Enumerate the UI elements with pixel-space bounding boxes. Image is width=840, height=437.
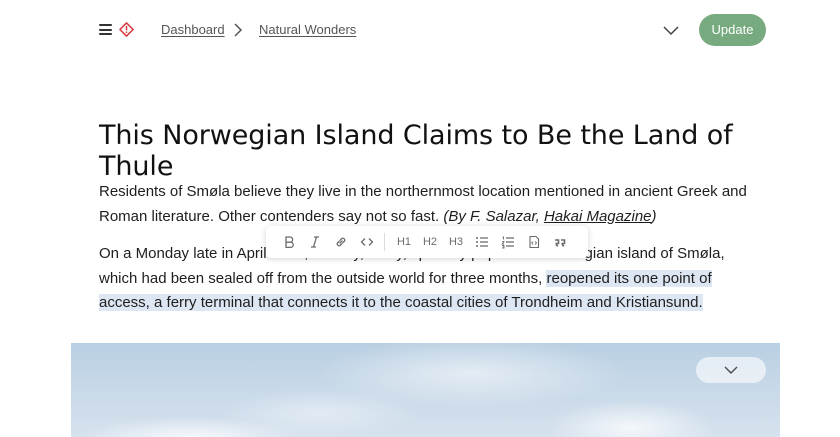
hamburger-menu-icon[interactable] bbox=[99, 24, 112, 36]
image-options-toggle[interactable] bbox=[696, 357, 766, 383]
italic-icon[interactable] bbox=[302, 229, 328, 255]
toolbar-divider bbox=[384, 233, 385, 251]
bold-icon[interactable] bbox=[276, 229, 302, 255]
heading-2-button[interactable]: H2 bbox=[417, 229, 443, 255]
article-paragraph-1[interactable]: Residents of Smøla believe they live in … bbox=[99, 180, 759, 229]
numbered-list-icon[interactable] bbox=[495, 229, 521, 255]
bullet-list-icon[interactable] bbox=[469, 229, 495, 255]
chevron-down-icon bbox=[724, 366, 738, 374]
chevron-down-icon[interactable] bbox=[663, 23, 679, 37]
credit-prefix: (By F. Salazar, bbox=[443, 207, 544, 225]
format-toolbar: H1 H2 H3 bbox=[266, 226, 588, 258]
article-hero-image bbox=[71, 343, 780, 437]
alert-diamond-icon[interactable] bbox=[119, 22, 134, 37]
breadcrumb-natural-wonders[interactable]: Natural Wonders bbox=[259, 22, 356, 37]
quote-icon[interactable] bbox=[547, 229, 573, 255]
heading-3-button[interactable]: H3 bbox=[443, 229, 469, 255]
code-icon[interactable] bbox=[354, 229, 380, 255]
chevron-right-icon bbox=[232, 23, 244, 37]
article-title[interactable]: This Norwegian Island Claims to Be the L… bbox=[99, 120, 779, 182]
heading-1-button[interactable]: H1 bbox=[391, 229, 417, 255]
breadcrumb-dashboard[interactable]: Dashboard bbox=[161, 22, 225, 37]
article-credit: (By F. Salazar, Hakai Magazine) bbox=[443, 208, 656, 225]
link-icon[interactable] bbox=[328, 229, 354, 255]
credit-suffix: ) bbox=[651, 207, 657, 225]
update-button[interactable]: Update bbox=[699, 14, 766, 46]
hakai-magazine-link[interactable]: Hakai Magazine bbox=[544, 208, 652, 225]
embed-icon[interactable] bbox=[521, 229, 547, 255]
paragraph-text-start: On a Monday late in April 20 bbox=[99, 245, 288, 262]
